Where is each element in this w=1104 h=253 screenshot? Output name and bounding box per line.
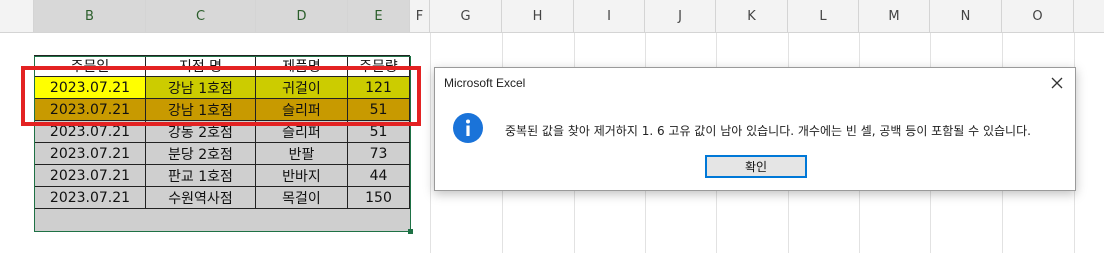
cell-branch[interactable]: 분당 2호점 [146,143,256,165]
column-header-m[interactable]: M [859,0,930,33]
column-header-e[interactable]: E [348,0,410,33]
column-header-i[interactable]: I [574,0,645,33]
cell-product[interactable]: 반팔 [256,143,348,165]
column-header-c[interactable]: C [146,0,256,33]
column-header-d[interactable]: D [256,0,348,33]
column-header-h[interactable]: H [502,0,574,33]
message-dialog: Microsoft Excel 중복된 값을 찾아 제거하지 1. 6 고유 값… [434,67,1076,191]
column-header-l[interactable]: L [788,0,859,33]
empty-selected-row[interactable] [35,209,410,231]
fill-handle[interactable] [408,229,413,234]
column-header-o[interactable]: O [1002,0,1074,33]
cell-branch[interactable]: 판교 1호점 [146,165,256,187]
cell-date[interactable]: 2023.07.21 [35,165,146,187]
column-header-f[interactable]: F [410,0,430,33]
column-header-n[interactable]: N [930,0,1002,33]
info-icon [453,113,483,143]
cell-date[interactable]: 2023.07.21 [35,143,146,165]
cell-quantity[interactable]: 73 [348,143,410,165]
column-header-j[interactable]: J [645,0,716,33]
corner-cell[interactable] [0,0,34,33]
ok-button[interactable]: 확인 [705,155,807,178]
dialog-title: Microsoft Excel [444,76,526,90]
cell-branch[interactable]: 수원역사점 [146,187,256,209]
column-header-p[interactable] [1074,0,1104,33]
column-header-b[interactable]: B [34,0,146,33]
annotation-highlight-box [21,66,421,126]
column-header-g[interactable]: G [430,0,502,33]
cell-date[interactable]: 2023.07.21 [35,187,146,209]
cell-product[interactable]: 반바지 [256,165,348,187]
cell-quantity[interactable]: 150 [348,187,410,209]
dialog-message: 중복된 값을 찾아 제거하지 1. 6 고유 값이 남아 있습니다. 개수에는 … [505,124,1031,138]
cell-quantity[interactable]: 44 [348,165,410,187]
column-header-k[interactable]: K [716,0,788,33]
close-icon[interactable] [1043,70,1071,96]
cell-product[interactable]: 목걸이 [256,187,348,209]
